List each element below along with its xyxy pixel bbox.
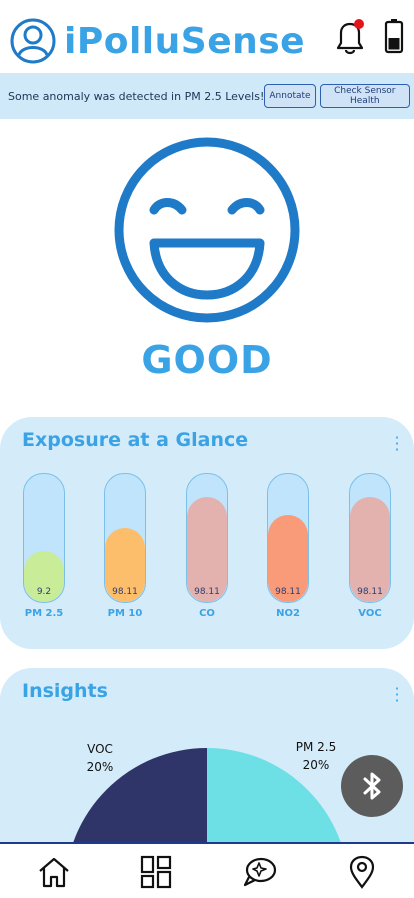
exposure-more-options-icon[interactable]: · · · xyxy=(394,430,400,458)
check-sensor-health-button[interactable]: Check Sensor Health xyxy=(319,84,410,108)
gauge-track xyxy=(349,473,391,603)
exposure-card-title: Exposure at a Glance xyxy=(22,429,249,451)
location-icon xyxy=(349,855,375,889)
annotate-button[interactable]: Annotate xyxy=(264,84,316,108)
gauge-label: NO2 xyxy=(276,608,300,619)
gauge-track xyxy=(104,473,146,603)
gauge-3: 98.11 xyxy=(267,473,309,603)
exposure-card: Exposure at a Glance · · · 9.2 PM 2.5 98.11 P… xyxy=(0,417,414,649)
gauge-value: 98.11 xyxy=(275,587,301,597)
dashboard-icon xyxy=(140,855,172,889)
chat-icon xyxy=(243,857,277,887)
anomaly-alert-bar: Some anomaly was detected in PM 2.5 Leve… xyxy=(0,73,414,119)
gauge-value: 9.2 xyxy=(36,587,52,597)
alert-message: Some anomaly was detected in PM 2.5 Leve… xyxy=(8,89,265,103)
pie-label-pm25: PM 2.5 20% xyxy=(290,738,342,774)
bluetooth-icon xyxy=(363,772,381,800)
gauge-label: PM 2.5 xyxy=(24,608,64,619)
bluetooth-button[interactable] xyxy=(341,755,403,817)
notification-bell-icon[interactable] xyxy=(332,18,368,56)
app-title: iPolluSense xyxy=(64,21,306,62)
gauge-value: 98.11 xyxy=(357,587,383,597)
smiley-face-icon xyxy=(114,137,300,323)
nav-chat[interactable] xyxy=(240,852,280,892)
air-quality-status: GOOD xyxy=(141,338,273,382)
gauge-track xyxy=(186,473,228,603)
app-header: iPolluSense xyxy=(0,0,414,72)
bottom-navigation xyxy=(0,842,414,898)
home-icon xyxy=(39,857,69,888)
battery-icon xyxy=(384,19,404,54)
pie-label-voc: VOC 20% xyxy=(78,740,122,776)
gauge-2: 98.11 xyxy=(186,473,228,603)
pie-label-pm25-pct: 20% xyxy=(302,758,330,772)
pie-label-pm25-name: PM 2.5 xyxy=(295,740,337,754)
nav-home[interactable] xyxy=(34,852,74,892)
gauge-value: 98.11 xyxy=(194,587,220,597)
gauge-value: 98.11 xyxy=(112,587,138,597)
pie-label-voc-pct: 20% xyxy=(86,760,114,774)
gauge-1: 98.11 xyxy=(104,473,146,603)
gauge-label: PM 10 xyxy=(107,608,143,619)
gauge-label: VOC xyxy=(358,608,382,619)
gauge-track xyxy=(23,473,65,603)
nav-dashboard[interactable] xyxy=(136,852,176,892)
gauge-4: 98.11 xyxy=(349,473,391,603)
gauge-track xyxy=(267,473,309,603)
user-avatar-icon[interactable] xyxy=(10,18,56,64)
gauge-label: CO xyxy=(199,608,215,619)
nav-location[interactable] xyxy=(342,852,382,892)
pie-label-voc-name: VOC xyxy=(87,742,113,756)
gauge-0: 9.2 xyxy=(23,473,65,603)
